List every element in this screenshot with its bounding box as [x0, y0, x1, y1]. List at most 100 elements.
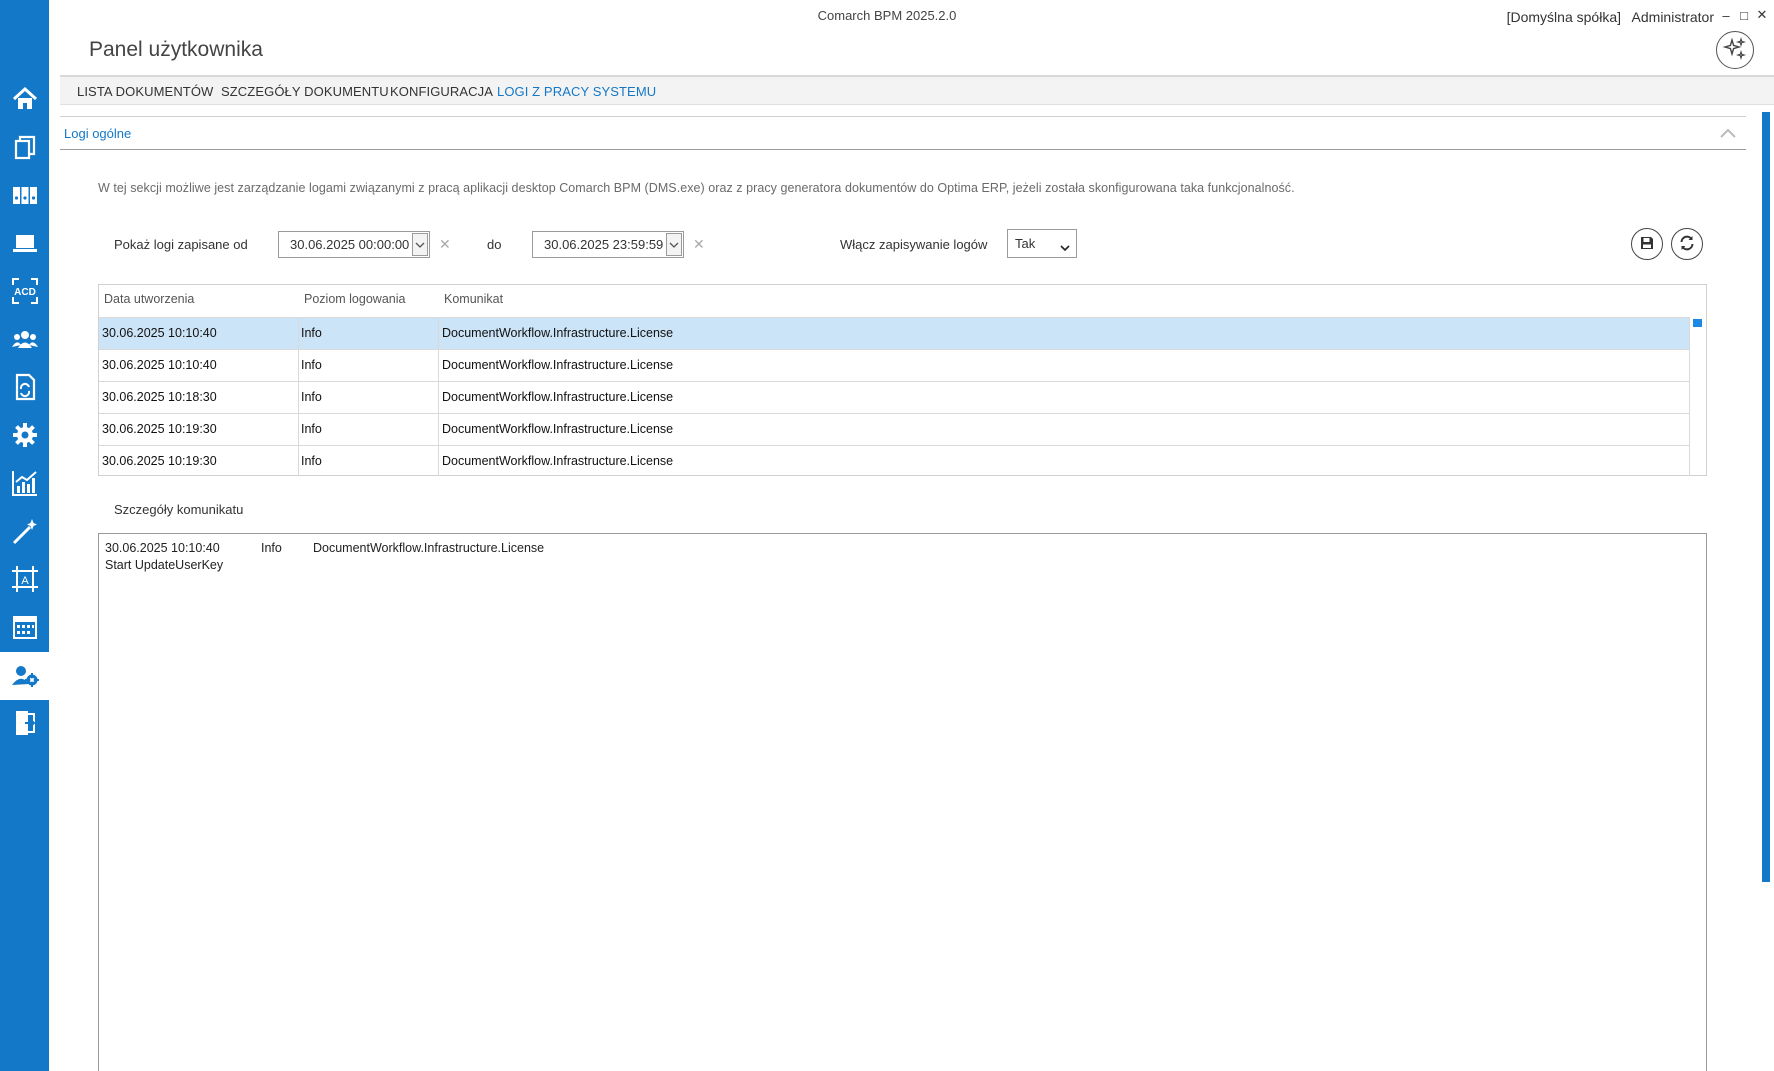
cell-message: DocumentWorkflow.Infrastructure.License [442, 326, 674, 340]
details-label: Szczegóły komunikatu [114, 502, 244, 517]
user-name[interactable]: Administrator [1632, 9, 1714, 25]
clear-date-to-button[interactable]: ✕ [693, 236, 705, 253]
detail-source: DocumentWorkflow.Infrastructure.License [313, 541, 545, 555]
minimize-icon: – [1722, 7, 1730, 23]
table-row[interactable]: 30.06.2025 10:19:30 Info DocumentWorkflo… [99, 445, 1689, 477]
cell-date: 30.06.2025 10:10:40 [102, 326, 217, 340]
maximize-button[interactable]: □ [1738, 7, 1750, 23]
detail-level: Info [261, 541, 282, 555]
refresh-button[interactable] [1671, 228, 1703, 260]
sidebar: ACD A [0, 0, 49, 1071]
exit-door-icon [10, 708, 40, 741]
column-divider [298, 317, 299, 476]
enable-logging-label: Włącz zapisywanie logów [840, 237, 988, 252]
gear-icon [10, 420, 40, 453]
enable-logging-value: Tak [1015, 236, 1036, 251]
date-from-input[interactable]: 30.06.2025 00:00:00 [278, 231, 430, 258]
sidebar-item-document-sync[interactable] [0, 364, 49, 412]
close-button[interactable]: ✕ [1756, 7, 1768, 23]
table-row[interactable]: 30.06.2025 10:10:40 Info DocumentWorkflo… [99, 317, 1689, 349]
cell-message: DocumentWorkflow.Infrastructure.License [442, 454, 674, 468]
sidebar-item-binders[interactable] [0, 172, 49, 220]
sidebar-item-acd[interactable]: ACD [0, 268, 49, 316]
chart-icon [10, 468, 40, 501]
sidebar-item-settings[interactable] [0, 412, 49, 460]
minimize-button[interactable]: – [1720, 7, 1732, 23]
sidebar-item-exit[interactable] [0, 700, 49, 748]
text-frame-icon: A [10, 564, 40, 597]
tab-bar: LISTA DOKUMENTÓW SZCZEGÓŁY DOKUMENTU KON… [60, 75, 1774, 105]
sidebar-item-text-frame[interactable]: A [0, 556, 49, 604]
ai-assistant-button[interactable] [1716, 31, 1754, 69]
refresh-icon [1678, 234, 1696, 255]
svg-text:A: A [21, 575, 29, 587]
cell-date: 30.06.2025 10:19:30 [102, 454, 217, 468]
cell-message: DocumentWorkflow.Infrastructure.License [442, 390, 674, 404]
sidebar-item-laptop[interactable] [0, 220, 49, 268]
section-description: W tej sekcji możliwe jest zarządzanie lo… [98, 181, 1295, 195]
tab-configuration[interactable]: KONFIGURACJA [390, 84, 493, 99]
chevron-down-icon [669, 237, 679, 252]
tab-document-details[interactable]: SZCZEGÓŁY DOKUMENTU [221, 84, 389, 99]
from-label: Pokaż logi zapisane od [114, 237, 248, 252]
chevron-down-icon [415, 237, 425, 252]
date-to-input[interactable]: 30.06.2025 23:59:59 [532, 231, 684, 258]
table-row[interactable]: 30.06.2025 10:10:40 Info DocumentWorkflo… [99, 349, 1689, 381]
detail-message: Start UpdateUserKey [105, 558, 224, 572]
sidebar-item-home[interactable] [0, 76, 49, 124]
sidebar-item-wizard[interactable] [0, 508, 49, 556]
company-selector[interactable]: [Domyślna spółka] [1507, 9, 1621, 25]
cell-date: 30.06.2025 10:10:40 [102, 358, 217, 372]
table-row[interactable]: 30.06.2025 10:19:30 Info DocumentWorkflo… [99, 413, 1689, 445]
column-header-level[interactable]: Poziom logowania [304, 292, 405, 306]
enable-logging-select[interactable]: Tak [1007, 229, 1077, 258]
user-settings-icon [10, 660, 40, 693]
sidebar-item-calendar[interactable] [0, 604, 49, 652]
tab-document-list[interactable]: LISTA DOKUMENTÓW [77, 84, 213, 99]
magic-wand-icon [10, 516, 40, 549]
table-scrollbar[interactable] [1693, 319, 1702, 327]
sparkles-icon [1722, 36, 1748, 65]
to-label: do [487, 237, 502, 252]
chevron-down-icon [1060, 240, 1070, 255]
clear-date-from-button[interactable]: ✕ [439, 236, 451, 253]
detail-date: 30.06.2025 10:10:40 [105, 541, 220, 555]
laptop-icon [10, 228, 40, 261]
users-group-icon [10, 324, 40, 357]
document-sync-icon [10, 372, 40, 405]
column-header-message[interactable]: Komunikat [444, 292, 503, 306]
save-icon [1639, 235, 1655, 254]
close-icon: ✕ [1756, 7, 1768, 22]
svg-text:ACD: ACD [14, 287, 36, 298]
logs-table: Data utworzenia Poziom logowania Komunik… [98, 284, 1707, 476]
sidebar-item-user-panel[interactable] [0, 652, 49, 700]
acd-icon: ACD [10, 276, 40, 309]
vertical-scrollbar[interactable] [1762, 112, 1770, 882]
message-details-box[interactable]: 30.06.2025 10:10:40 Info DocumentWorkflo… [98, 533, 1707, 1071]
binders-icon [10, 180, 40, 213]
sidebar-item-users[interactable] [0, 316, 49, 364]
cell-message: DocumentWorkflow.Infrastructure.License [442, 358, 674, 372]
date-to-dropdown[interactable] [666, 233, 682, 256]
section-title: Logi ogólne [64, 126, 132, 141]
table-row[interactable]: 30.06.2025 10:18:30 Info DocumentWorkflo… [99, 381, 1689, 413]
section-header: Logi ogólne [60, 116, 1746, 150]
sidebar-item-reports[interactable] [0, 460, 49, 508]
maximize-icon: □ [1740, 7, 1748, 23]
cell-level: Info [301, 326, 322, 340]
page-title: Panel użytkownika [89, 38, 263, 61]
cell-level: Info [301, 454, 322, 468]
calendar-icon [10, 612, 40, 645]
date-from-dropdown[interactable] [412, 233, 428, 256]
collapse-button[interactable] [1718, 125, 1738, 141]
column-header-date[interactable]: Data utworzenia [104, 292, 194, 306]
cell-message: DocumentWorkflow.Infrastructure.License [442, 422, 674, 436]
date-from-value: 30.06.2025 00:00:00 [290, 237, 410, 252]
save-button[interactable] [1631, 228, 1663, 260]
sidebar-item-documents[interactable] [0, 124, 49, 172]
documents-icon [10, 132, 40, 165]
home-icon [10, 84, 40, 117]
cell-date: 30.06.2025 10:19:30 [102, 422, 217, 436]
tab-system-logs[interactable]: LOGI Z PRACY SYSTEMU [497, 84, 656, 99]
table-header: Data utworzenia Poziom logowania Komunik… [99, 285, 1706, 317]
